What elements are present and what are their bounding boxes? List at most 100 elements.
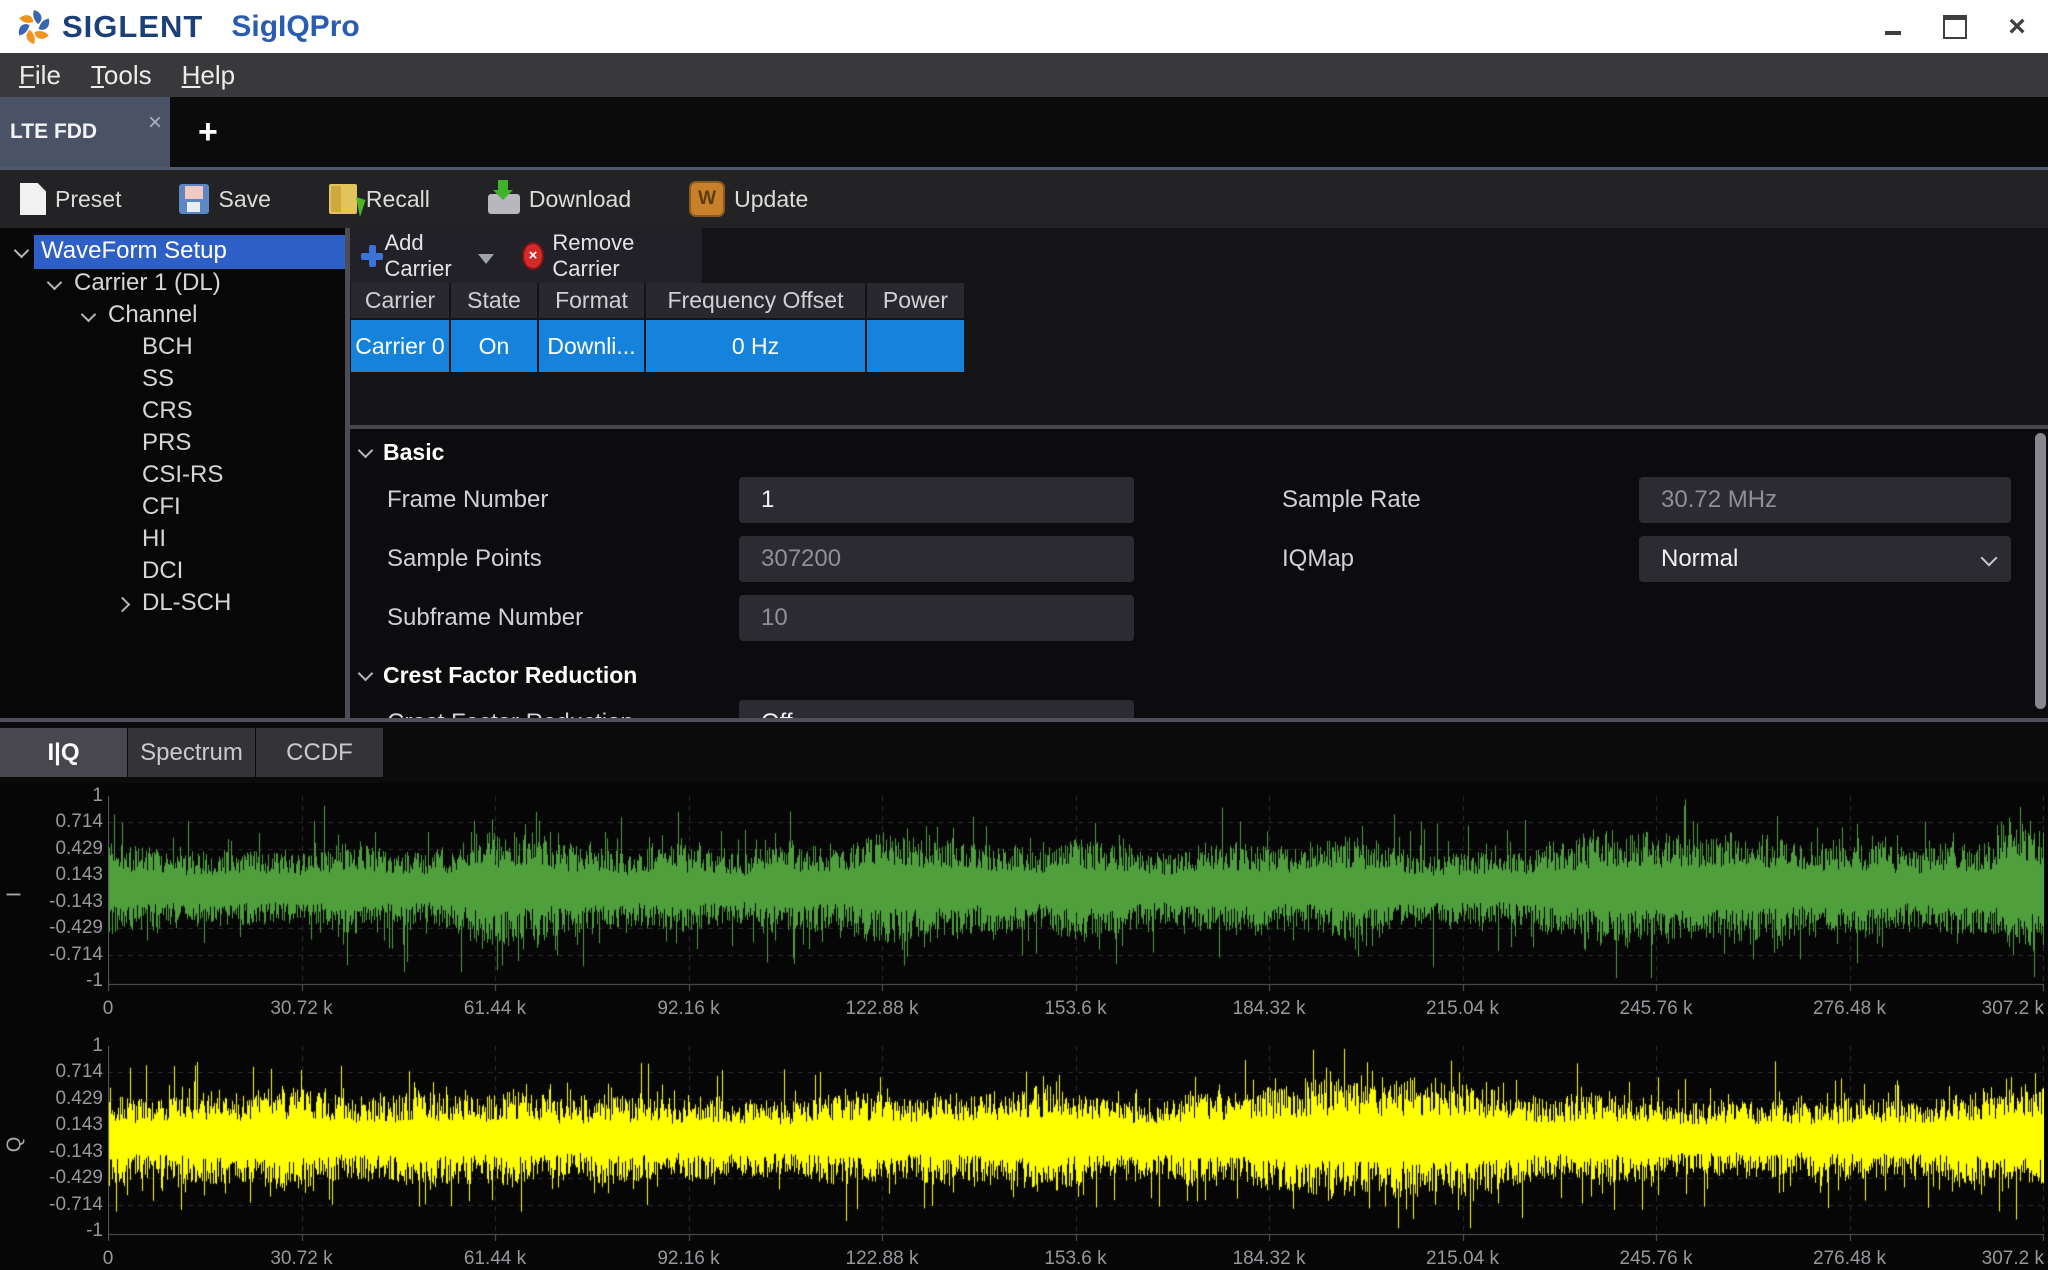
view-tab-i-q[interactable]: I|Q: [0, 728, 127, 777]
carrier-cell-frequency-offset[interactable]: 0 Hz: [646, 320, 865, 372]
chart-axis-name: Q: [0, 1046, 30, 1268]
select-crest-factor-reduction[interactable]: Off: [739, 700, 1134, 718]
carrier-cell-state[interactable]: On: [451, 320, 537, 372]
chevron-right-icon[interactable]: [109, 588, 135, 620]
column-header-power: Power: [867, 283, 964, 318]
add-carrier-dropdown-chevron-icon[interactable]: [478, 254, 494, 264]
toolbar-preset-button[interactable]: Preset: [20, 183, 121, 215]
view-tab-ccdf[interactable]: CCDF: [256, 728, 383, 777]
window-controls: ×: [1862, 0, 2048, 53]
waveform-view-section: I|QSpectrumCCDF I10.7140.4290.143-0.143-…: [0, 718, 2048, 1263]
y-tick-label: 1: [30, 1036, 103, 1056]
carrier-cell-format[interactable]: Downli...: [539, 320, 644, 372]
toolbar-save-button[interactable]: Save: [179, 184, 270, 214]
input-sample-points[interactable]: 307200: [739, 536, 1134, 582]
tree-indent-spacer: [109, 524, 135, 556]
tree-item-label: CFI: [135, 491, 191, 525]
menu-item-tools[interactable]: Tools: [76, 53, 167, 97]
x-tick-label: 184.32 k: [1199, 1248, 1339, 1270]
tab-close-icon[interactable]: ×: [148, 111, 162, 135]
siglent-logo-icon: [14, 7, 54, 47]
tree-item-label: Carrier 1 (DL): [67, 267, 231, 301]
sigiqpro-window: { "window": { "brand": "SIGLENT", "produ…: [0, 0, 2048, 1263]
y-tick-label: 0.714: [30, 812, 103, 832]
x-axis-tick-labels: 030.72 k61.44 k92.16 k122.88 k153.6 k184…: [108, 998, 2044, 1020]
minimize-button[interactable]: [1862, 0, 1924, 53]
close-icon: ×: [2008, 12, 2026, 42]
menu-item-file[interactable]: File: [4, 53, 76, 97]
tree-item-hi[interactable]: HI: [0, 524, 345, 556]
plot-area: [108, 796, 2044, 997]
input-sample-rate[interactable]: 30.72 MHz: [1639, 477, 2011, 523]
waveform-tree-panel: WaveForm SetupCarrier 1 (DL)ChannelBCHSS…: [0, 228, 345, 718]
view-tabs: I|QSpectrumCCDF: [0, 722, 2048, 783]
tree-indent-spacer: [109, 364, 135, 396]
form-scrollbar-thumb[interactable]: [2035, 433, 2046, 709]
view-tab-spectrum[interactable]: Spectrum: [128, 728, 255, 777]
waveform-plot-q: [108, 1046, 2044, 1242]
tree-item-cfi[interactable]: CFI: [0, 492, 345, 524]
toolbar-recall-button[interactable]: Recall: [329, 184, 430, 214]
plot-column: 10.7140.4290.143-0.143-0.429-0.714-1030.…: [30, 796, 2048, 1018]
section-title: Basic: [383, 439, 444, 466]
x-tick-label: 153.6 k: [1006, 1248, 1146, 1270]
chevron-down-icon: [358, 442, 374, 458]
toolbar-update-button[interactable]: WUpdate: [689, 181, 808, 217]
x-tick-label: 153.6 k: [1006, 998, 1146, 1020]
tree-item-ss[interactable]: SS: [0, 364, 345, 396]
tree-item-carrier-1-dl-[interactable]: Carrier 1 (DL): [0, 268, 345, 300]
field-label-subframe-number: Subframe Number: [387, 604, 739, 632]
carrier-table-row[interactable]: Carrier 0OnDownli...0 Hz: [351, 320, 2048, 372]
column-header-frequency-offset: Frequency Offset: [646, 283, 865, 318]
download-icon: [488, 184, 520, 214]
section-header-crest-factor-reduction[interactable]: Crest Factor Reduction: [360, 662, 2048, 688]
input-subframe-number[interactable]: 10: [739, 595, 1134, 641]
maximize-button[interactable]: [1924, 0, 1986, 53]
folder-icon: [329, 184, 357, 214]
toolbar-download-button[interactable]: Download: [488, 184, 631, 214]
chevron-down-icon: [1104, 714, 1121, 718]
section-header-basic[interactable]: Basic: [360, 439, 2048, 465]
carrier-cell-carrier[interactable]: Carrier 0: [351, 320, 449, 372]
form-row: Subframe Number10: [350, 595, 2048, 641]
x-tick-label: 92.16 k: [619, 998, 759, 1020]
add-tab-button[interactable]: +: [198, 115, 218, 149]
add-carrier-button[interactable]: Add Carrier: [361, 230, 494, 282]
tab-lte-fdd[interactable]: LTE FDD ×: [0, 97, 170, 167]
field-label-crest-factor-reduction: Crest Factor Reduction: [387, 709, 739, 718]
minimize-icon: [1885, 31, 1901, 35]
x-tick-label: 276.48 k: [1780, 1248, 1920, 1270]
tree-indent-spacer: [109, 460, 135, 492]
brand-name: SIGLENT: [62, 9, 203, 45]
input-frame-number[interactable]: 1: [739, 477, 1134, 523]
field-value: Off: [761, 709, 793, 718]
carrier-cell-power[interactable]: [867, 320, 964, 372]
menu-item-help[interactable]: Help: [167, 53, 250, 97]
chevron-down-icon[interactable]: [8, 236, 34, 268]
x-tick-label: 122.88 k: [812, 998, 952, 1020]
tree-item-crs[interactable]: CRS: [0, 396, 345, 428]
toolbar-recall-label: Recall: [366, 186, 430, 213]
chart-axis-name: I: [0, 796, 30, 1018]
document-icon: [20, 183, 46, 215]
carrier-toolbar: Add Carrier × Remove Carrier: [350, 228, 2048, 283]
settings-panel: Add Carrier × Remove Carrier CarrierStat…: [350, 228, 2048, 718]
field-label-frame-number: Frame Number: [387, 486, 739, 514]
select-iqmap[interactable]: Normal: [1639, 536, 2011, 582]
waveform-plot-i: [108, 796, 2044, 992]
tree-item-label: CRS: [135, 395, 203, 429]
tree-item-waveform-setup[interactable]: WaveForm Setup: [0, 236, 345, 268]
x-tick-label: 276.48 k: [1780, 998, 1920, 1020]
tree-item-channel[interactable]: Channel: [0, 300, 345, 332]
chevron-down-icon[interactable]: [41, 268, 67, 300]
tree-item-dci[interactable]: DCI: [0, 556, 345, 588]
chevron-down-icon[interactable]: [75, 300, 101, 332]
field-label-sample-rate: Sample Rate: [1282, 486, 1639, 514]
remove-carrier-button[interactable]: × Remove Carrier: [522, 230, 674, 282]
tree-item-bch[interactable]: BCH: [0, 332, 345, 364]
tree-item-prs[interactable]: PRS: [0, 428, 345, 460]
tree-item-csi-rs[interactable]: CSI-RS: [0, 460, 345, 492]
field-value: 1: [761, 486, 774, 514]
close-button[interactable]: ×: [1986, 0, 2048, 53]
tree-item-dl-sch[interactable]: DL-SCH: [0, 588, 345, 620]
